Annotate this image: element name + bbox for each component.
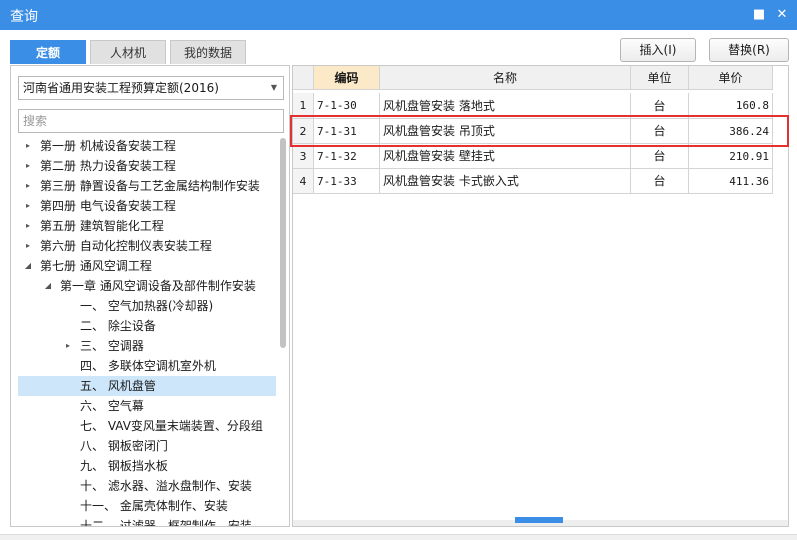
tree-node-label: 五、 风机盘管: [80, 379, 156, 393]
cell-code[interactable]: 7-1-30: [314, 93, 380, 119]
tree-node[interactable]: 二、 除尘设备: [18, 316, 276, 336]
header-unit[interactable]: 单位: [631, 66, 689, 90]
cell-price[interactable]: 160.8: [689, 93, 773, 119]
cell-name[interactable]: 风机盘管安装 卡式嵌入式: [380, 169, 631, 194]
tree-node-label: 八、 钢板密闭门: [80, 439, 168, 453]
cell-code[interactable]: 7-1-31: [314, 119, 380, 144]
header-price[interactable]: 单价: [689, 66, 773, 90]
tree-node-label: 六、 空气幕: [80, 399, 144, 413]
tree-node[interactable]: 八、 钢板密闭门: [18, 436, 276, 456]
tree-node-label: 第五册 建筑智能化工程: [40, 219, 164, 233]
tree-node[interactable]: 五、 风机盘管: [18, 376, 276, 396]
tree-node[interactable]: ◢ 第七册 通风空调工程: [18, 256, 276, 276]
tree-node-label: 四、 多联体空调机室外机: [80, 359, 216, 373]
header-rownum: [293, 66, 314, 90]
cell-price[interactable]: 411.36: [689, 169, 773, 194]
expand-icon[interactable]: ▸: [22, 196, 34, 216]
tree-node-label: 第二册 热力设备安装工程: [40, 159, 176, 173]
search-input[interactable]: [18, 109, 284, 133]
tree-node-label: 第六册 自动化控制仪表安装工程: [40, 239, 212, 253]
expand-icon[interactable]: ▸: [22, 236, 34, 256]
tree-node-label: 二、 除尘设备: [80, 319, 156, 333]
tree-node-label: 第一册 机械设备安装工程: [40, 139, 176, 153]
tree-node[interactable]: 四、 多联体空调机室外机: [18, 356, 276, 376]
tree-node-label: 一、 空气加热器(冷却器): [80, 299, 214, 313]
row-number: 1: [293, 93, 314, 119]
tree-node[interactable]: ▸ 第三册 静置设备与工艺金属结构制作安装: [18, 176, 276, 196]
row-number: 4: [293, 169, 314, 194]
tree-node[interactable]: 十、 滤水器、溢水盘制作、安装: [18, 476, 276, 496]
expand-icon[interactable]: ▸: [22, 176, 34, 196]
expand-icon[interactable]: ▸: [22, 156, 34, 176]
tree-node-label: 十、 滤水器、溢水盘制作、安装: [80, 479, 252, 493]
header-name[interactable]: 名称: [380, 66, 631, 90]
quota-tree: ▸ 第一册 机械设备安装工程 ▸ 第二册 热力设备安装工程 ▸ 第三册 静置设备与工艺金属…: [18, 136, 276, 526]
splitter-grip-icon[interactable]: [515, 517, 563, 523]
tree-node[interactable]: ◢ 第一章 通风空调设备及部件制作安装: [18, 276, 276, 296]
replace-button[interactable]: 替换(R): [709, 38, 789, 62]
tree-node-label: 十一、 金属壳体制作、安装: [80, 499, 228, 513]
tree-node[interactable]: ▸ 第一册 机械设备安装工程: [18, 136, 276, 156]
tree-node[interactable]: 九、 钢板挡水板: [18, 456, 276, 476]
tree-node-label: 第三册 静置设备与工艺金属结构制作安装: [40, 179, 260, 193]
cell-unit[interactable]: 台: [631, 119, 689, 144]
tree-node-label: 十二、 过滤器、框架制作、安装: [80, 519, 252, 526]
quota-library-value: 河南省通用安装工程预算定额(2016): [23, 81, 219, 95]
tree-node[interactable]: ▸ 三、 空调器: [18, 336, 276, 356]
tree-node-label: 第七册 通风空调工程: [40, 259, 152, 273]
expand-icon[interactable]: ▸: [22, 136, 34, 156]
tree-node-label: 第一章 通风空调设备及部件制作安装: [60, 279, 256, 293]
tree-node[interactable]: 六、 空气幕: [18, 396, 276, 416]
quota-library-select[interactable]: 河南省通用安装工程预算定额(2016) ▼: [18, 76, 284, 100]
tree-scrollbar[interactable]: [280, 138, 286, 523]
tree-node[interactable]: 七、 VAV变风量末端装置、分段组: [18, 416, 276, 436]
cell-unit[interactable]: 台: [631, 144, 689, 169]
expand-icon[interactable]: ▸: [62, 336, 74, 356]
status-bar: [0, 534, 797, 540]
collapse-icon[interactable]: ◢: [22, 256, 34, 276]
cell-unit[interactable]: 台: [631, 93, 689, 119]
tree-node-label: 七、 VAV变风量末端装置、分段组: [80, 419, 263, 433]
left-panel: 河南省通用安装工程预算定额(2016) ▼ ▸ 第一册 机械设备安装工程 ▸ 第二册 …: [10, 65, 290, 527]
tree-node-label: 第四册 电气设备安装工程: [40, 199, 176, 213]
tree-node-label: 九、 钢板挡水板: [80, 459, 168, 473]
row-number: 3: [293, 144, 314, 169]
tree-node[interactable]: 十一、 金属壳体制作、安装: [18, 496, 276, 516]
chevron-down-icon[interactable]: ▼: [271, 77, 277, 99]
cell-unit[interactable]: 台: [631, 169, 689, 194]
tree-node[interactable]: 十二、 过滤器、框架制作、安装: [18, 516, 276, 526]
expand-icon[interactable]: ▸: [22, 216, 34, 236]
tree-node[interactable]: ▸ 第五册 建筑智能化工程: [18, 216, 276, 236]
tree-node[interactable]: ▸ 第四册 电气设备安装工程: [18, 196, 276, 216]
tab-quota[interactable]: 定额: [10, 40, 86, 64]
cell-code[interactable]: 7-1-33: [314, 169, 380, 194]
collapse-icon[interactable]: ◢: [42, 276, 54, 296]
window-title: 查询: [10, 9, 38, 25]
cell-code[interactable]: 7-1-32: [314, 144, 380, 169]
row-number: 2: [293, 119, 314, 144]
insert-button[interactable]: 插入(I): [620, 38, 696, 62]
table-scrollbar[interactable]: [293, 517, 788, 526]
minimize-icon[interactable]: ■: [750, 6, 768, 24]
title-bar: 查询 ■ ✕: [0, 0, 797, 30]
cell-name[interactable]: 风机盘管安装 吊顶式: [380, 119, 631, 144]
tree-node[interactable]: ▸ 第二册 热力设备安装工程: [18, 156, 276, 176]
tree-node[interactable]: ▸ 第六册 自动化控制仪表安装工程: [18, 236, 276, 256]
cell-price[interactable]: 210.91: [689, 144, 773, 169]
cell-name[interactable]: 风机盘管安装 落地式: [380, 93, 631, 119]
right-panel: 编码 名称 单位 单价 1 7-1-30 风机盘管安装 落地式 台 160.8 …: [290, 65, 789, 527]
tree-node[interactable]: 一、 空气加热器(冷却器): [18, 296, 276, 316]
tab-labor-material-machine[interactable]: 人材机: [90, 40, 166, 64]
tree-scrollbar-thumb[interactable]: [280, 138, 286, 348]
header-code[interactable]: 编码: [314, 66, 380, 90]
cell-price[interactable]: 386.24: [689, 119, 773, 144]
tree-node-label: 三、 空调器: [80, 339, 144, 353]
close-icon[interactable]: ✕: [773, 6, 791, 24]
tab-my-data[interactable]: 我的数据: [170, 40, 246, 64]
cell-name[interactable]: 风机盘管安装 壁挂式: [380, 144, 631, 169]
